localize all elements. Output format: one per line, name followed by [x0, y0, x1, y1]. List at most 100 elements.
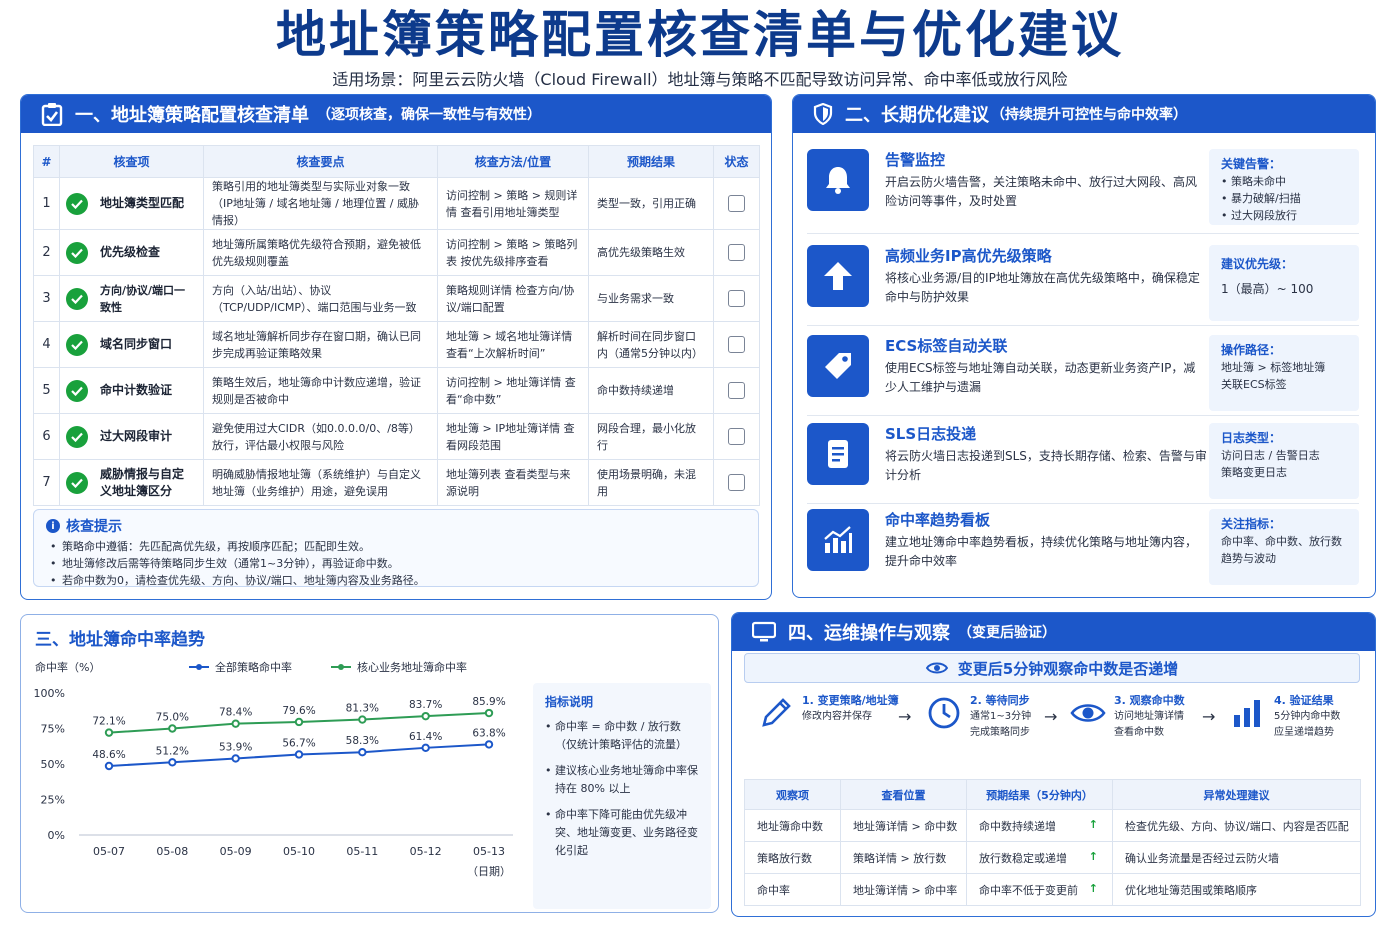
eye-icon: [1068, 693, 1108, 733]
table-row: 7 威胁情报与自定义地址簿区分 明确威胁情报地址簿（系统维护）与自定义地址簿（业…: [33, 459, 760, 506]
metric-notes: 指标说明 命中率 = 命中数 / 放行数（仅统计策略评估的流量） 建议核心业务地…: [533, 683, 711, 909]
ops-col-header: 观察项: [744, 779, 841, 810]
data-label: 56.7%: [282, 737, 315, 749]
row-method: 访问控制 > 策略 > 规则详情 查看引用地址簿类型: [437, 177, 589, 230]
bell-icon: [807, 149, 869, 211]
data-label: 51.2%: [156, 745, 189, 757]
ops-step-desc: 通常1~3分钟: [970, 711, 1032, 722]
row-method: 地址簿 > 域名地址簿详情 查看“上次解析时间”: [437, 321, 589, 368]
opt-side-title: 操作路径：: [1221, 343, 1282, 357]
col-header-expect: 预期结果: [588, 145, 714, 178]
checklist-title-sub: （逐项核查，确保一致性与有效性）: [317, 107, 541, 123]
check-circle-icon: [66, 287, 88, 310]
data-label: 72.1%: [92, 716, 125, 728]
row-point: 策略生效后，地址簿命中计数应递增，验证规则是否被命中: [203, 367, 438, 414]
data-label: 61.4%: [409, 731, 442, 743]
tip-item: 策略命中遵循：先匹配高优先级，再按顺序匹配；匹配即生效。: [46, 538, 746, 555]
row-point: 地址簿所属策略优先级符合预期，避免被低优先级规则覆盖: [203, 229, 438, 276]
checklist-table: # 核查项 核查要点 核查方法/位置 预期结果 状态 1 地址簿类型匹配 策略引…: [33, 145, 760, 506]
ops-cell: 地址簿详情 > 命中率: [840, 873, 967, 906]
ops-step: 4. 验证结果 5分钟内命中数 应呈递增趋势: [1228, 693, 1340, 753]
pencil-icon: [756, 693, 796, 733]
optimization-panel: 二、长期优化建议 （持续提升可控性与命中效率） 告警监控 开启云防火墙告警，关注…: [792, 94, 1376, 598]
row-expect: 解析时间在同步窗口内（通常5分钟以内）: [588, 321, 714, 368]
y-tick-label: 100%: [34, 687, 65, 700]
metric-note-item: 命中率下降可能由优先级冲突、地址簿变更、业务路径变化引起: [545, 806, 699, 860]
col-header-num: #: [33, 145, 60, 178]
x-tick-label: 05-10: [283, 845, 315, 858]
opt-card-desc: 使用ECS标签与地址簿自动关联，动态更新业务资产IP，减少人工维护与遗漏: [885, 361, 1196, 394]
row-method: 策略规则详情 检查方向/协议/端口配置: [437, 275, 589, 322]
opt-side-title: 关注指标：: [1221, 517, 1282, 531]
ops-cell: 命中数持续递增: [979, 819, 1056, 833]
opt-side-title: 日志类型：: [1221, 431, 1282, 445]
data-point: [231, 719, 240, 728]
status-checkbox[interactable]: [728, 428, 745, 445]
ops-step: 2. 等待同步 通常1~3分钟 完成策略同步: [924, 693, 1031, 753]
row-item: 优先级检查: [100, 245, 161, 259]
opt-side-title: 关键告警：: [1221, 157, 1282, 171]
table-row: 3 方向/协议/端口一致性 方向（入站/出站）、协议（TCP/UDP/ICMP）…: [33, 275, 760, 322]
row-num: 2: [33, 229, 60, 276]
row-num: 5: [33, 367, 60, 414]
data-label: 81.3%: [346, 703, 379, 715]
trend-title: 三、地址簿命中率趋势: [35, 630, 205, 650]
row-num: 4: [33, 321, 60, 368]
table-row: 地址簿命中数 地址簿详情 > 命中数 命中数持续递增 ↑ 检查优先级、方向、协议/…: [744, 809, 1361, 842]
trend-line-chart: 命中率（%） 全部策略命中率 核心业务地址簿命中率 0% 25% 50% 75% 100%…: [34, 660, 513, 878]
opt-side-item: 趋势与波动: [1221, 552, 1276, 565]
clock-icon: [924, 693, 964, 733]
optimization-title-sub: （持续提升可控性与命中效率）: [991, 107, 1187, 123]
status-checkbox[interactable]: [728, 244, 745, 261]
opt-card-side: 日志类型： 访问日志 / 告警日志 策略变更日志: [1209, 423, 1359, 499]
status-checkbox[interactable]: [728, 382, 745, 399]
opt-card-side: 操作路径： 地址簿 > 标签地址簿 关联ECS标签: [1209, 335, 1359, 411]
ops-step: 1. 变更策略/地址簿 修改内容并保存: [756, 693, 899, 753]
arrow-up-icon: ↑: [1088, 881, 1098, 895]
status-checkbox[interactable]: [728, 474, 745, 491]
check-circle-icon: [66, 379, 88, 402]
opt-card-dashboard: 命中率趋势看板 建立地址簿命中率趋势看板，持续优化策略与地址簿内容，提升命中效率…: [807, 509, 1359, 585]
ops-step-desc: 5分钟内命中数: [1274, 711, 1341, 722]
document-icon: [807, 423, 869, 485]
opt-side-item: 关联ECS标签: [1221, 378, 1287, 391]
x-axis-label: （日期）: [467, 865, 511, 878]
status-checkbox[interactable]: [728, 290, 745, 307]
trend-panel: 三、地址簿命中率趋势 命中率（%） 全部策略命中率 核心业务地址簿命中率 0% 25…: [20, 614, 719, 913]
y-tick-label: 25%: [41, 794, 65, 807]
opt-card-desc: 建立地址簿命中率趋势看板，持续优化策略与地址簿内容，提升命中效率: [885, 535, 1198, 568]
data-point: [104, 761, 114, 771]
ops-cell: 检查优先级、方向、协议/端口、内容是否匹配: [1112, 809, 1361, 842]
eye-icon: [925, 662, 948, 674]
ops-table: 观察项 查看位置 预期结果（5分钟内） 异常处理建议 地址簿命中数 地址簿详情 …: [744, 779, 1361, 906]
status-checkbox[interactable]: [728, 195, 745, 212]
ops-title: 四、运维操作与观察: [788, 623, 950, 644]
ops-step-title: 4. 验证结果: [1274, 694, 1334, 707]
data-label: 63.8%: [472, 727, 505, 739]
data-label: 48.6%: [92, 749, 125, 761]
metric-note-item: 命中率 = 命中数 / 放行数（仅统计策略评估的流量）: [545, 718, 699, 754]
row-item: 域名同步窗口: [100, 337, 173, 351]
row-expect: 类型一致，引用正确: [588, 177, 714, 230]
col-header-point: 核查要点: [203, 145, 438, 178]
row-method: 地址簿列表 查看类型与来源说明: [437, 459, 589, 506]
opt-card-title: 高频业务IP高优先级策略: [885, 247, 1052, 265]
status-checkbox[interactable]: [728, 336, 745, 353]
metric-notes-title: 指标说明: [545, 695, 594, 709]
row-item: 地址簿类型匹配: [100, 196, 185, 210]
y-tick-label: 50%: [41, 758, 65, 771]
opt-card-side: 建议优先级： 1（最高）~ 100: [1209, 245, 1359, 321]
arrow-right-icon: →: [898, 707, 912, 726]
data-label: 78.4%: [219, 707, 252, 719]
data-point: [104, 728, 114, 737]
data-point: [168, 724, 177, 733]
opt-side-item: • 策略未命中: [1221, 175, 1286, 188]
ops-cell: 命中率不低于变更前: [979, 883, 1078, 897]
opt-side-item: 地址簿 > 标签地址簿: [1221, 361, 1326, 374]
info-icon: i: [46, 519, 60, 533]
row-expect: 网段合理，最小化放行: [588, 413, 714, 460]
chart-series: 48.6% 51.2% 53.9% 56.7% 58.3% 61.4% 63.8% 72.1%…: [92, 696, 506, 771]
ops-col-header: 查看位置: [840, 779, 967, 810]
data-label: 53.9%: [219, 741, 252, 753]
ops-step-desc: 应呈递增趋势: [1274, 727, 1334, 738]
